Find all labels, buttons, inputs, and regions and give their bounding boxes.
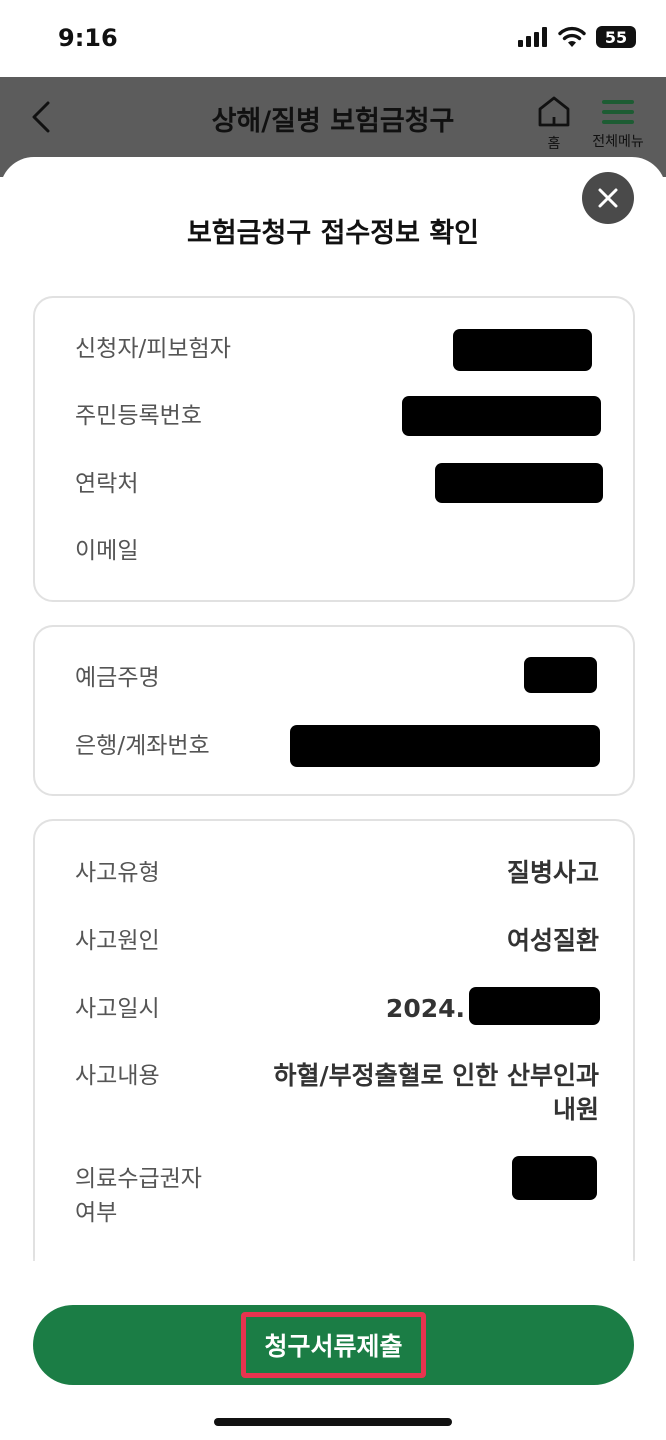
wifi-icon [558,26,586,47]
home-button[interactable]: 홈 [534,95,574,153]
phone-label: 연락처 [75,471,139,497]
battery-icon: 55 [596,26,636,48]
redacted-account-holder [524,657,597,693]
all-menu-label: 전체메뉴 [592,134,644,150]
accident-cause-value: 여성질환 [506,926,599,955]
redacted-accident-date [469,987,600,1025]
hamburger-menu-icon [602,100,634,124]
sheet-title: 보험금청구 접수정보 확인 [186,218,480,249]
account-holder-label: 예금주명 [75,665,160,691]
redacted-applicant-name [453,329,592,371]
medical-beneficiary-label-line1: 의료수급권자 [75,1166,202,1192]
all-menu-button[interactable]: 전체메뉴 [586,99,650,151]
accident-date-label: 사고일시 [75,996,160,1022]
redacted-phone [435,463,603,503]
submit-documents-button[interactable]: 청구서류제출 [33,1305,634,1385]
accident-content-row: 사고내용 하혈/부정출혈로 인한 산부인과 내원 [75,1059,599,1129]
applicant-name-label: 신청자/피보험자 [75,336,231,362]
rrn-label: 주민등록번호 [75,403,202,429]
submit-documents-label: 청구서류제출 [241,1312,426,1378]
accident-content-value-line1: 하혈/부정출혈로 인한 산부인과 [273,1061,599,1090]
status-bar: 9:16 55 [0,0,666,77]
accident-cause-label: 사고원인 [75,928,160,954]
redacted-bank-account [290,725,600,767]
close-icon [598,188,618,208]
accident-content-value-line2: 내원 [552,1095,599,1124]
accident-info-card: 사고유형 질병사고 사고원인 여성질환 사고일시 2024. 사고내용 하혈/부… [33,819,635,1261]
accident-date-value: 2024. [385,994,465,1023]
email-label: 이메일 [75,538,139,564]
accident-type-value: 질병사고 [506,858,599,887]
status-time: 9:16 [58,24,118,52]
applicant-info-card: 신청자/피보험자 주민등록번호 연락처 이메일 [33,296,635,602]
scroll-fade [0,1256,666,1296]
status-icons: 55 [518,26,636,48]
accident-type-label: 사고유형 [75,860,160,886]
home-indicator[interactable] [214,1418,452,1426]
signal-icon [518,27,547,47]
home-icon [538,96,570,127]
bank-info-card: 예금주명 은행/계좌번호 [33,625,635,796]
home-label: 홈 [547,136,561,152]
medical-beneficiary-label-line2: 여부 [75,1200,118,1226]
accident-content-label: 사고내용 [75,1063,160,1089]
bank-account-label: 은행/계좌번호 [75,733,210,759]
redacted-rrn [402,396,601,436]
redacted-medical-beneficiary [512,1156,597,1200]
